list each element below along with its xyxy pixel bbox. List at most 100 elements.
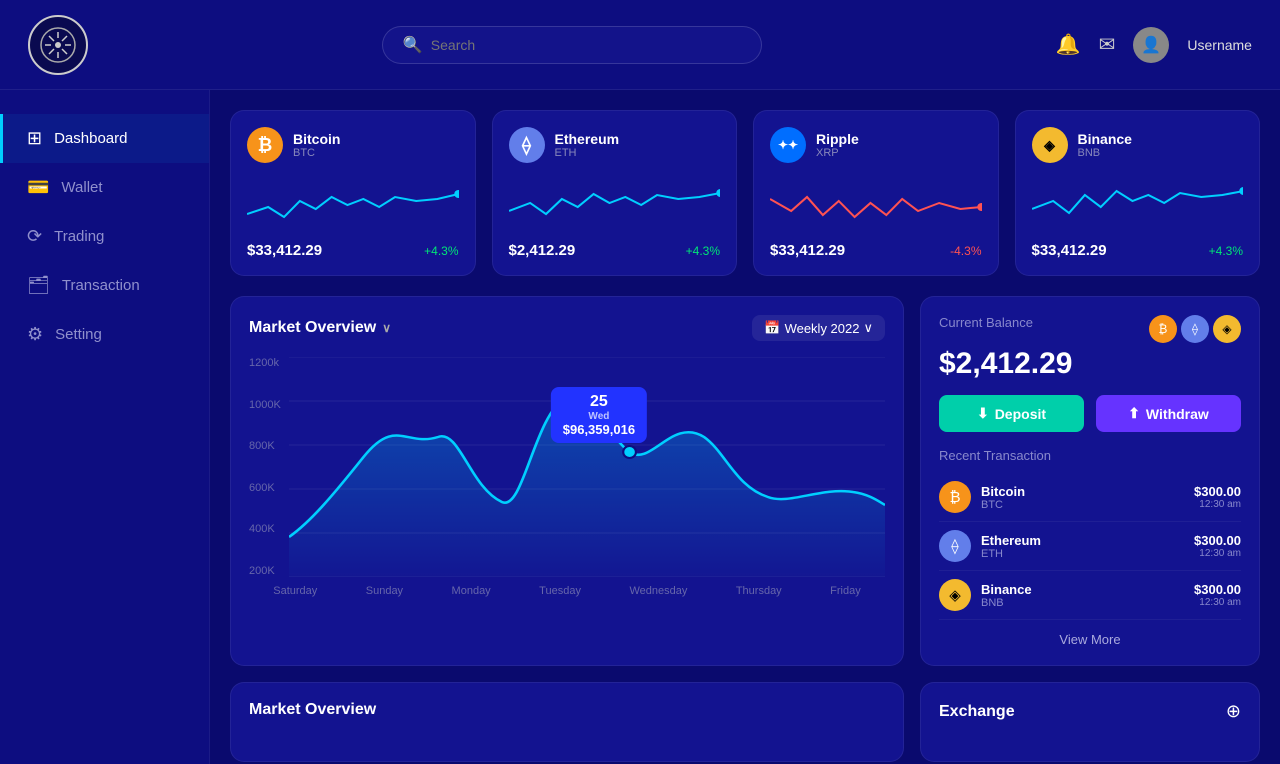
tx-eth-time: 12:30 am: [1194, 548, 1241, 559]
trading-icon: ⟳: [27, 226, 42, 247]
search-icon: 🔍: [403, 35, 423, 55]
deposit-icon: ⬇: [977, 405, 989, 422]
market-card2: Market Overview: [230, 682, 904, 762]
search-bar[interactable]: 🔍: [382, 26, 762, 64]
market-overview-title: Market Overview ∨: [249, 319, 391, 337]
crypto-card-bnb: ◈ Binance BNB $33,412.29 +4.3%: [1015, 110, 1261, 276]
wallet-icon: 💳: [27, 177, 49, 198]
btc-change: +4.3%: [424, 244, 458, 258]
balance-eth-icon: ⟠: [1181, 315, 1209, 343]
mail-icon[interactable]: ✉: [1099, 32, 1116, 57]
crypto-card-btc: ₿ Bitcoin BTC $33,412.29 +4.3%: [230, 110, 476, 276]
tx-bnb-symbol: BNB: [981, 597, 1032, 609]
exchange-title: Exchange: [939, 703, 1015, 721]
bnb-change: +4.3%: [1209, 244, 1243, 258]
balance-actions: ⬇ Deposit ⬆ Withdraw: [939, 395, 1241, 432]
chart-area: 1200k 1000K 800K 600K 400K 200K 25 Wed $…: [249, 357, 885, 627]
eth-icon: ⟠: [509, 127, 545, 163]
period-dropdown[interactable]: 📅 Weekly 2022 ∨: [752, 315, 885, 341]
bnb-icon: ◈: [1032, 127, 1068, 163]
tx-eth-icon: ⟠: [939, 530, 971, 562]
withdraw-button[interactable]: ⬆ Withdraw: [1096, 395, 1241, 432]
btc-symbol: BTC: [293, 147, 340, 159]
crypto-card-xrp: ✦✦ Ripple XRP $33,412.29 -4.3%: [753, 110, 999, 276]
sidebar-item-transaction[interactable]: 🗂 Transaction: [0, 261, 209, 310]
xrp-icon: ✦✦: [770, 127, 806, 163]
sidebar-item-dashboard[interactable]: ⊞ Dashboard: [0, 114, 209, 163]
sidebar-label-transaction: Transaction: [62, 277, 140, 294]
withdraw-icon: ⬆: [1128, 405, 1140, 422]
dashboard-icon: ⊞: [27, 128, 42, 149]
notification-icon[interactable]: 🔔: [1056, 32, 1081, 57]
balance-btc-icon: ₿: [1149, 315, 1177, 343]
username-label: Username: [1187, 37, 1252, 53]
xrp-price: $33,412.29: [770, 242, 845, 259]
market-title-dropdown[interactable]: ∨: [382, 321, 391, 335]
eth-name: Ethereum: [555, 131, 620, 147]
xrp-change: -4.3%: [950, 244, 981, 258]
btc-price: $33,412.29: [247, 242, 322, 259]
bottom-section: Market Overview ∨ 📅 Weekly 2022 ∨ 1200k …: [230, 296, 1260, 666]
tx-btc-amount: $300.00: [1194, 484, 1241, 499]
exchange-icon[interactable]: ⊕: [1226, 701, 1241, 722]
market-overview-card: Market Overview ∨ 📅 Weekly 2022 ∨ 1200k …: [230, 296, 904, 666]
bnb-symbol: BNB: [1078, 147, 1132, 159]
avatar: 👤: [1133, 27, 1169, 63]
tx-item-eth: ⟠ Ethereum ETH $300.00 12:30 am: [939, 522, 1241, 571]
sidebar-item-trading[interactable]: ⟳ Trading: [0, 212, 209, 261]
layout: ⊞ Dashboard 💳 Wallet ⟳ Trading 🗂 Transac…: [0, 90, 1280, 764]
balance-amount: $2,412.29: [939, 347, 1241, 381]
tx-eth-name: Ethereum: [981, 533, 1041, 548]
tx-eth-symbol: ETH: [981, 548, 1041, 560]
recent-tx-label: Recent Transaction: [939, 448, 1241, 463]
bnb-name: Binance: [1078, 131, 1132, 147]
sidebar-label-setting: Setting: [55, 326, 102, 343]
deposit-button[interactable]: ⬇ Deposit: [939, 395, 1084, 432]
xrp-symbol: XRP: [816, 147, 859, 159]
sidebar-item-wallet[interactable]: 💳 Wallet: [0, 163, 209, 212]
btc-icon: ₿: [247, 127, 283, 163]
market-card2-title: Market Overview: [249, 701, 885, 719]
main-content: ₿ Bitcoin BTC $33,412.29 +4.3%: [210, 90, 1280, 764]
tx-bnb-time: 12:30 am: [1194, 597, 1241, 608]
bnb-price: $33,412.29: [1032, 242, 1107, 259]
sidebar-label-trading: Trading: [54, 228, 104, 245]
transaction-icon: 🗂: [27, 275, 50, 296]
view-more-button[interactable]: View More: [939, 632, 1241, 647]
tx-btc-icon: ₿: [939, 481, 971, 513]
tx-bnb-icon: ◈: [939, 579, 971, 611]
main-chart-svg: [289, 357, 885, 577]
balance-card: Current Balance ₿ ⟠ ◈ $2,412.29 ⬇ Deposi…: [920, 296, 1260, 666]
chart-y-labels: 1200k 1000K 800K 600K 400K 200K: [249, 357, 281, 577]
balance-bnb-icon: ◈: [1213, 315, 1241, 343]
header: 🔍 🔔 ✉ 👤 Username: [0, 0, 1280, 90]
crypto-cards-row: ₿ Bitcoin BTC $33,412.29 +4.3%: [230, 110, 1260, 276]
chart-svg-wrap: 25 Wed $96,359,016: [289, 357, 885, 577]
exchange-card: Exchange ⊕: [920, 682, 1260, 762]
chevron-down-icon: ∨: [863, 320, 873, 336]
btc-name: Bitcoin: [293, 131, 340, 147]
setting-icon: ⚙: [27, 324, 43, 345]
tx-eth-amount: $300.00: [1194, 533, 1241, 548]
balance-coin-icons: ₿ ⟠ ◈: [1149, 315, 1241, 343]
tx-btc-name: Bitcoin: [981, 484, 1025, 499]
tx-btc-time: 12:30 am: [1194, 499, 1241, 510]
tx-btc-symbol: BTC: [981, 499, 1025, 511]
sidebar-label-dashboard: Dashboard: [54, 130, 127, 147]
tx-bnb-name: Binance: [981, 582, 1032, 597]
crypto-card-eth: ⟠ Ethereum ETH $2,412.29 +4.3%: [492, 110, 738, 276]
search-input[interactable]: [431, 37, 741, 53]
header-right: 🔔 ✉ 👤 Username: [1056, 27, 1252, 63]
sidebar-item-setting[interactable]: ⚙ Setting: [0, 310, 209, 359]
bottom-row2: Market Overview Exchange ⊕: [230, 682, 1260, 764]
balance-label: Current Balance: [939, 315, 1033, 330]
sidebar: ⊞ Dashboard 💳 Wallet ⟳ Trading 🗂 Transac…: [0, 90, 210, 764]
xrp-name: Ripple: [816, 131, 859, 147]
logo-icon: [28, 15, 88, 75]
tx-item-btc: ₿ Bitcoin BTC $300.00 12:30 am: [939, 473, 1241, 522]
tx-item-bnb: ◈ Binance BNB $300.00 12:30 am: [939, 571, 1241, 620]
tx-bnb-amount: $300.00: [1194, 582, 1241, 597]
eth-change: +4.3%: [686, 244, 720, 258]
eth-price: $2,412.29: [509, 242, 576, 259]
eth-symbol: ETH: [555, 147, 620, 159]
